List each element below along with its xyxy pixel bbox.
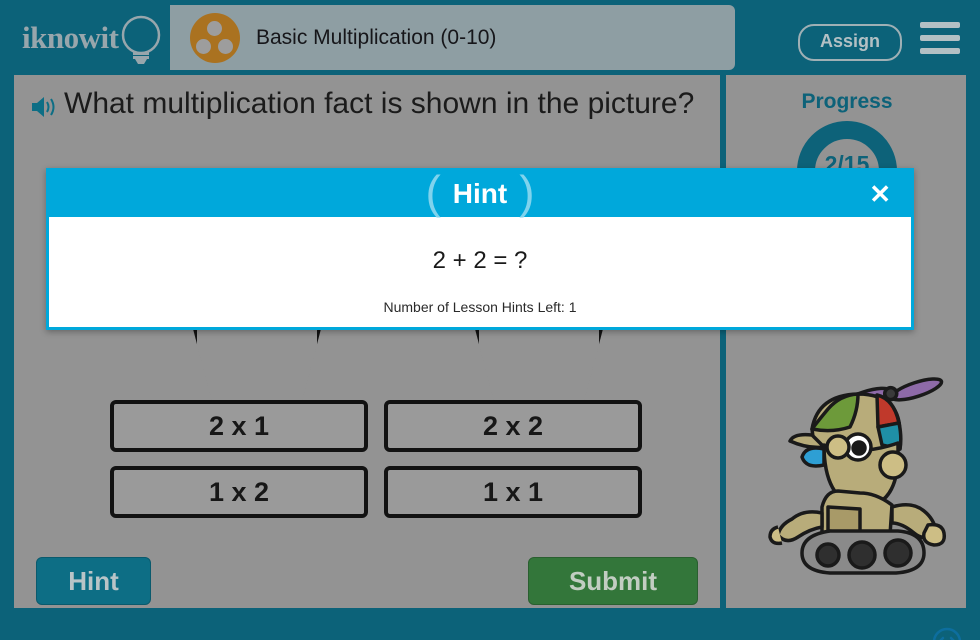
answer-option-3[interactable]: 1 x 2 [110, 466, 368, 518]
robot-mascot-propeller-hat [768, 377, 947, 575]
brand-logo[interactable]: iknowit [18, 8, 168, 68]
app-header: iknowit Basic Multiplication (0-10) Assi… [0, 0, 980, 75]
left-right-arrow-resize-icon[interactable] [932, 627, 962, 640]
three-dots-circle-icon [190, 12, 240, 63]
hint-expression: 2 + 2 = ? [432, 247, 528, 274]
lesson-panel: What multiplication fact is shown in the… [14, 75, 966, 640]
decorative-left-paren: ( [425, 166, 441, 218]
panel-divider [720, 75, 726, 608]
close-x-icon[interactable]: ✕ [869, 181, 891, 207]
decorative-right-paren: ) [519, 166, 535, 218]
hint-button[interactable]: Hint [36, 557, 151, 605]
question-text: What multiplication fact is shown in the… [64, 87, 695, 120]
answer-choices: 2 x 1 2 x 2 1 x 2 1 x 1 [110, 400, 655, 518]
question-row: What multiplication fact is shown in the… [30, 87, 710, 122]
hint-modal-title: Hint [452, 178, 508, 209]
hint-modal-header: ( Hint ) ✕ [49, 169, 911, 217]
hints-left-text: Number of Lesson Hints Left: 1 [383, 299, 577, 315]
lightbulb-icon [121, 15, 161, 64]
logo-text: iknowit [22, 20, 119, 55]
app-window: iknowit Basic Multiplication (0-10) Assi… [0, 0, 980, 640]
hint-modal-body: 2 + 2 = ? Number of Lesson Hints Left: 1 [49, 217, 911, 330]
hint-modal: ( Hint ) ✕ 2 + 2 = ? Number of Lesson Hi… [46, 168, 914, 330]
answer-option-1[interactable]: 2 x 1 [110, 400, 368, 452]
progress-label: Progress [801, 90, 893, 113]
submit-button[interactable]: Submit [528, 557, 698, 605]
hint-modal-title-wrap: ( Hint ) [425, 169, 534, 215]
hamburger-menu-icon[interactable] [920, 22, 960, 54]
subject-bar: Basic Multiplication (0-10) [170, 5, 735, 70]
assign-button[interactable]: Assign [797, 24, 902, 61]
subject-title: Basic Multiplication (0-10) [256, 25, 497, 49]
speaker-sound-icon[interactable] [30, 95, 58, 119]
answer-option-2[interactable]: 2 x 2 [384, 400, 642, 452]
answer-option-4[interactable]: 1 x 1 [384, 466, 642, 518]
